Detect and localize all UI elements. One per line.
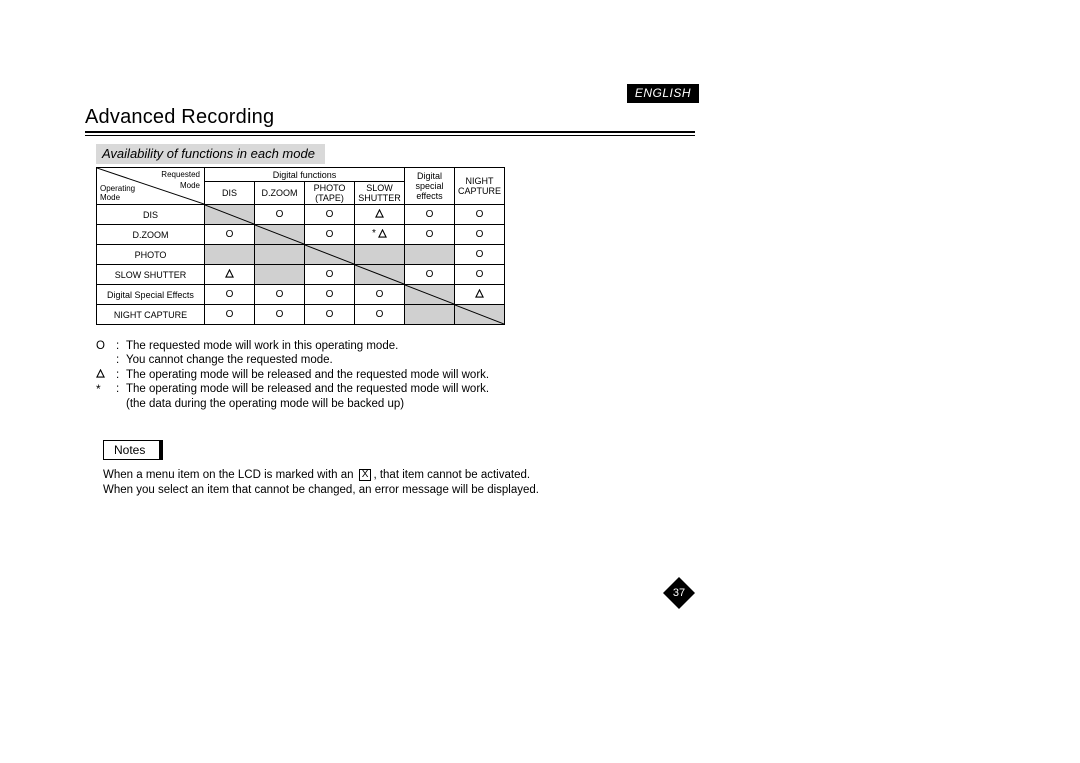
table-row: D.ZOOM *	[97, 225, 505, 245]
col-header-dse: Digital special effects	[405, 168, 455, 205]
table-cell	[305, 265, 355, 285]
notes-body: When a menu item on the LCD is marked wi…	[103, 468, 695, 499]
table-cell	[355, 305, 405, 325]
table-cell	[355, 205, 405, 225]
row-label: SLOW SHUTTER	[97, 265, 205, 285]
table-cell	[405, 245, 455, 265]
table-cell	[305, 245, 355, 265]
availability-table: Requested Mode Operating Mode Digital fu…	[96, 167, 505, 325]
table-cell	[455, 305, 505, 325]
table-cell	[255, 205, 305, 225]
corner-bot1: Operating	[100, 184, 135, 193]
table-cell	[455, 285, 505, 305]
table-cell	[255, 265, 305, 285]
legend: O : The requested mode will work in this…	[96, 339, 695, 412]
row-label: D.ZOOM	[97, 225, 205, 245]
corner-top1: Requested	[161, 170, 200, 179]
table-cell	[305, 305, 355, 325]
corner-bot2: Mode	[100, 193, 120, 202]
manual-page: ENGLISH Advanced Recording Availability …	[85, 86, 695, 499]
legend-sym-star: *	[96, 382, 116, 397]
table-cell	[255, 285, 305, 305]
table-cell	[455, 265, 505, 285]
table-cell	[205, 205, 255, 225]
table-cell: *	[355, 225, 405, 245]
table-cell	[355, 265, 405, 285]
table-cell	[455, 205, 505, 225]
table-cell	[205, 305, 255, 325]
col-header-dse-1: Digital	[405, 171, 454, 181]
col-header-night: NIGHT CAPTURE	[455, 168, 505, 205]
note-line-2: When you select an item that cannot be c…	[103, 483, 695, 499]
table-row: NIGHT CAPTURE	[97, 305, 505, 325]
legend-text-o: The requested mode will work in this ope…	[126, 339, 695, 353]
table-cell	[455, 245, 505, 265]
legend-text-star2: (the data during the operating mode will…	[126, 397, 695, 411]
col-header-dse-3: effects	[405, 191, 454, 201]
table-cell	[355, 245, 405, 265]
note-1b: , that item cannot be activated.	[373, 469, 530, 481]
legend-text-o2: You cannot change the requested mode.	[126, 353, 695, 367]
col-header-night-2: CAPTURE	[455, 186, 504, 196]
table-cell	[305, 205, 355, 225]
table-cell	[405, 305, 455, 325]
col-header-slow-2: SHUTTER	[355, 193, 404, 203]
group-header-digital: Digital functions	[205, 168, 405, 182]
table-row: Digital Special Effects	[97, 285, 505, 305]
section-subtitle: Availability of functions in each mode	[96, 144, 325, 164]
col-header-dzoom: D.ZOOM	[255, 182, 305, 205]
row-label: DIS	[97, 205, 205, 225]
title-rule	[85, 131, 695, 136]
legend-sym-tri	[96, 368, 116, 382]
corner-top2: Mode	[180, 181, 200, 190]
table-cell	[255, 225, 305, 245]
legend-text-tri: The operating mode will be released and …	[126, 368, 695, 382]
page-number: 37	[663, 577, 695, 609]
note-line-1: When a menu item on the LCD is marked wi…	[103, 468, 695, 484]
col-header-dse-2: special	[405, 181, 454, 191]
col-header-dis: DIS	[205, 182, 255, 205]
table-cell	[455, 225, 505, 245]
row-label: NIGHT CAPTURE	[97, 305, 205, 325]
table-cell	[405, 205, 455, 225]
language-badge: ENGLISH	[627, 84, 699, 103]
table-row: DIS	[97, 205, 505, 225]
table-cell	[405, 225, 455, 245]
table-cell	[255, 245, 305, 265]
note-1a: When a menu item on the LCD is marked wi…	[103, 469, 357, 481]
legend-text-star: The operating mode will be released and …	[126, 382, 695, 397]
col-header-photo: PHOTO (TAPE)	[305, 182, 355, 205]
table-cell	[205, 265, 255, 285]
page-title: Advanced Recording	[85, 106, 695, 129]
x-mark-icon: X	[359, 469, 372, 481]
page-number-badge: 37	[663, 577, 695, 609]
table-row: SLOW SHUTTER	[97, 265, 505, 285]
legend-sym-o: O	[96, 339, 116, 353]
table-cell	[205, 285, 255, 305]
table-cell	[305, 225, 355, 245]
col-header-photo-1: PHOTO	[305, 183, 354, 193]
table-cell	[255, 305, 305, 325]
corner-header: Requested Mode Operating Mode	[97, 168, 205, 205]
col-header-night-1: NIGHT	[455, 176, 504, 186]
col-header-slow: SLOW SHUTTER	[355, 182, 405, 205]
table-cell	[355, 285, 405, 305]
table-cell	[205, 245, 255, 265]
notes-label: Notes	[103, 440, 163, 460]
table-row: PHOTO	[97, 245, 505, 265]
col-header-slow-1: SLOW	[355, 183, 404, 193]
table-cell	[305, 285, 355, 305]
table-cell	[405, 265, 455, 285]
col-header-photo-2: (TAPE)	[305, 193, 354, 203]
table-cell	[205, 225, 255, 245]
table-cell	[405, 285, 455, 305]
row-label: Digital Special Effects	[97, 285, 205, 305]
row-label: PHOTO	[97, 245, 205, 265]
